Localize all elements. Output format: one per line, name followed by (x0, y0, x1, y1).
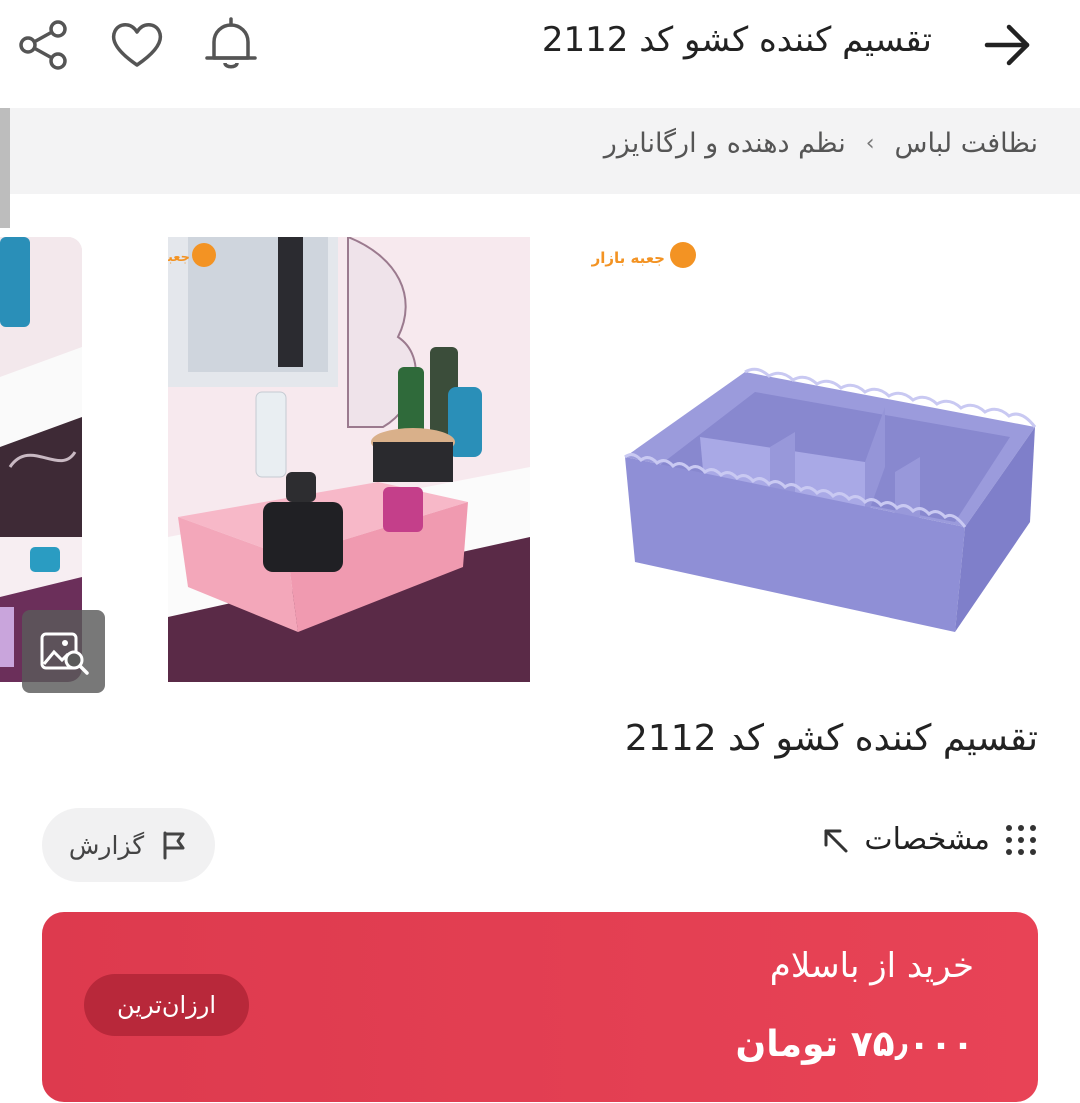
grid-dots-icon (1006, 824, 1036, 855)
breadcrumb-item-organizers[interactable]: نظم دهنده و ارگانایزر (604, 128, 846, 159)
specs-label: مشخصات (864, 822, 990, 857)
watermark-logo: جعبه بازار (591, 242, 696, 268)
buy-title: خرید از باسلام (769, 946, 974, 986)
report-button[interactable]: گزارش (42, 808, 215, 882)
buy-price: ۷۵٫۰۰۰ تومان (735, 1024, 974, 1065)
svg-text:جعبه بازار: جعبه بازار (591, 249, 665, 267)
image-search-icon (40, 632, 89, 675)
app-header: تقسیم کننده کشو کد 2112 (0, 0, 1080, 108)
share-icon[interactable] (10, 12, 76, 78)
image-search-button[interactable] (22, 610, 105, 693)
product-image-main[interactable]: جعبه بازار (565, 237, 1045, 682)
header-title: تقسیم کننده کشو کد 2112 (541, 20, 932, 60)
heart-icon[interactable] (104, 12, 170, 78)
product-title: تقسیم کننده کشو کد 2112 (624, 718, 1038, 759)
cheapest-badge: ارزان‌ترین (84, 974, 249, 1036)
breadcrumb-item-clothing-care[interactable]: نظافت لباس (895, 128, 1038, 159)
breadcrumb-separator: › (865, 131, 875, 156)
arrow-up-left-icon (824, 829, 848, 852)
flag-icon (163, 831, 185, 860)
svg-text:جعبه بازار: جعبه بازار (168, 250, 190, 265)
arrow-right-icon[interactable] (974, 12, 1040, 78)
product-image-second[interactable]: جعبه بازار (168, 237, 530, 682)
buy-card[interactable]: خرید از باسلام ۷۵٫۰۰۰ تومان ارزان‌ترین (42, 912, 1038, 1102)
specs-link[interactable]: مشخصات (820, 822, 1038, 857)
breadcrumb: نظافت لباس › نظم دهنده و ارگانایزر (604, 128, 1038, 159)
bell-icon[interactable] (198, 12, 264, 78)
report-label: گزارش (68, 830, 145, 860)
image-gallery[interactable]: جعبه بازار جعب (0, 194, 1080, 704)
